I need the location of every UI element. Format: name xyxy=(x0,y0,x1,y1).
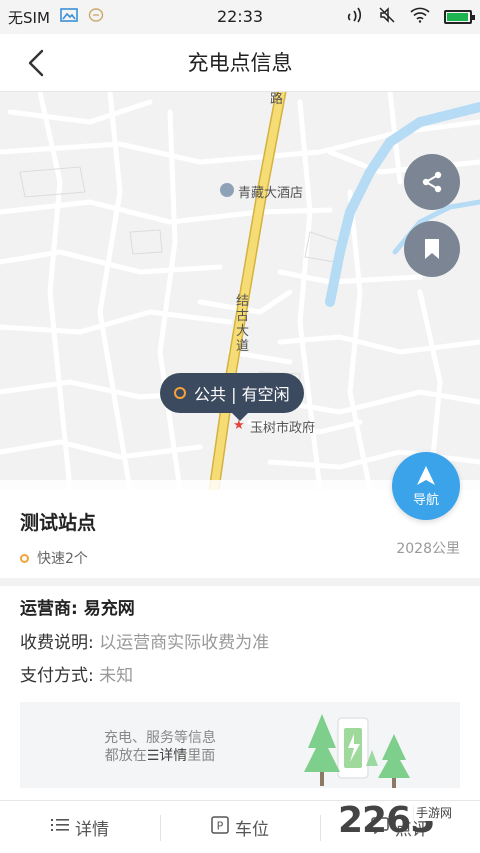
charging-station-illustration xyxy=(304,714,410,788)
station-marker[interactable]: 公共 | 有空闲 xyxy=(160,373,304,421)
nfc-icon xyxy=(346,6,364,28)
payment-label: 支付方式: xyxy=(20,666,100,686)
navigation-arrow-icon xyxy=(417,465,435,485)
tab-parking[interactable]: P 车位 xyxy=(160,801,320,853)
tab-comments-label: 点评 xyxy=(395,819,429,840)
comment-icon xyxy=(371,816,389,839)
payment-row: 支付方式: 未知 xyxy=(20,661,133,686)
operator-row: 运营商: 易充网 xyxy=(20,594,135,619)
hotel-icon xyxy=(220,183,234,197)
map-view[interactable]: 路 结古大道 青藏大酒店 ★ 玉树市政府 公共 | 有空闲 xyxy=(0,92,480,490)
battery-icon xyxy=(444,10,475,24)
parking-icon: P xyxy=(211,815,229,839)
road-label-top: 路 xyxy=(270,92,284,107)
tab-details-label: 详情 xyxy=(75,819,109,840)
fee-row: 收费说明: 以运营商实际收费为准 xyxy=(20,628,269,653)
share-button[interactable] xyxy=(404,154,460,210)
bookmark-icon xyxy=(425,239,439,259)
tab-comments[interactable]: 点评 xyxy=(320,801,480,853)
tab-details[interactable]: 详情 xyxy=(0,801,160,853)
fee-value: 以运营商实际收费为准 xyxy=(99,633,270,653)
navigate-button[interactable]: 导航 xyxy=(392,452,460,520)
wifi-icon xyxy=(410,7,430,27)
station-name: 测试站点 xyxy=(20,512,97,534)
svg-text:P: P xyxy=(217,819,224,832)
road-label-main: 结古大道 xyxy=(236,294,250,354)
hint-line-1: 充电、服务等信息 xyxy=(104,730,216,746)
hint-suffix: 里面 xyxy=(187,748,216,764)
page-title: 充电点信息 xyxy=(187,51,293,75)
share-icon xyxy=(422,171,442,193)
payment-value: 未知 xyxy=(99,666,134,686)
hint-highlight: 详情 xyxy=(159,748,188,764)
distance-label: 2028公里 xyxy=(396,541,460,557)
fast-charger-label: 快速2个 xyxy=(37,551,88,567)
header: 充电点信息 xyxy=(0,34,480,92)
mute-icon xyxy=(378,6,396,28)
poi-government-label: 玉树市政府 xyxy=(250,421,316,436)
details-hint-card[interactable]: 充电、服务等信息 都放在☰详情里面 xyxy=(20,702,460,788)
hint-line-2: 都放在☰详情里面 xyxy=(80,747,240,765)
hint-text: 充电、服务等信息 都放在☰详情里面 xyxy=(80,729,240,765)
fee-label: 收费说明: xyxy=(20,633,100,653)
status-ring-icon xyxy=(174,387,186,399)
bottom-tab-bar: 详情 P 车位 点评 xyxy=(0,800,480,853)
operator-label: 运营商: xyxy=(20,599,84,619)
list-icon xyxy=(51,817,69,838)
operator-value: 易充网 xyxy=(83,599,135,619)
hint-prefix: 都放在 xyxy=(104,748,147,764)
charger-ring-icon xyxy=(20,553,29,563)
navigate-label: 导航 xyxy=(412,492,439,508)
marker-text: 公共 | 有空闲 xyxy=(194,385,290,404)
list-icon: ☰ xyxy=(146,748,160,764)
status-bar: 无SIM 22:33 xyxy=(0,0,480,34)
tab-parking-label: 车位 xyxy=(235,819,269,840)
bookmark-button[interactable] xyxy=(404,221,460,277)
poi-hotel-label: 青藏大酒店 xyxy=(238,186,304,201)
section-divider xyxy=(0,578,480,586)
fast-charger-count: 快速2个 xyxy=(20,548,88,568)
